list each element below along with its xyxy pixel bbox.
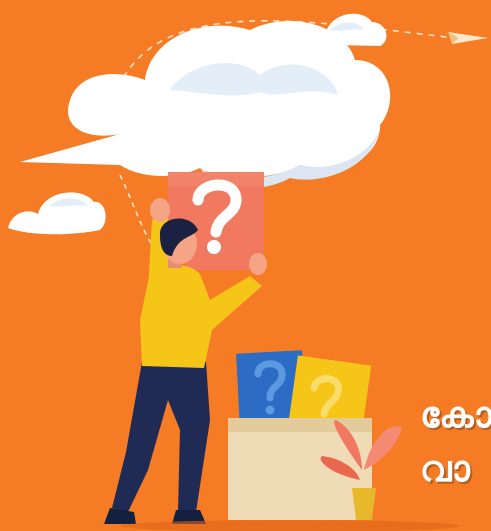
caption-line-1: കോ (420, 398, 491, 434)
paper-plane-icon (448, 32, 488, 44)
caption-line-2: വാ (420, 452, 470, 488)
cloud-icon-small-left (8, 192, 106, 235)
cloud-icon (20, 21, 391, 189)
flight-path-line-lower (119, 174, 153, 246)
ground-shadow (120, 520, 460, 531)
illustration (8, 13, 488, 531)
